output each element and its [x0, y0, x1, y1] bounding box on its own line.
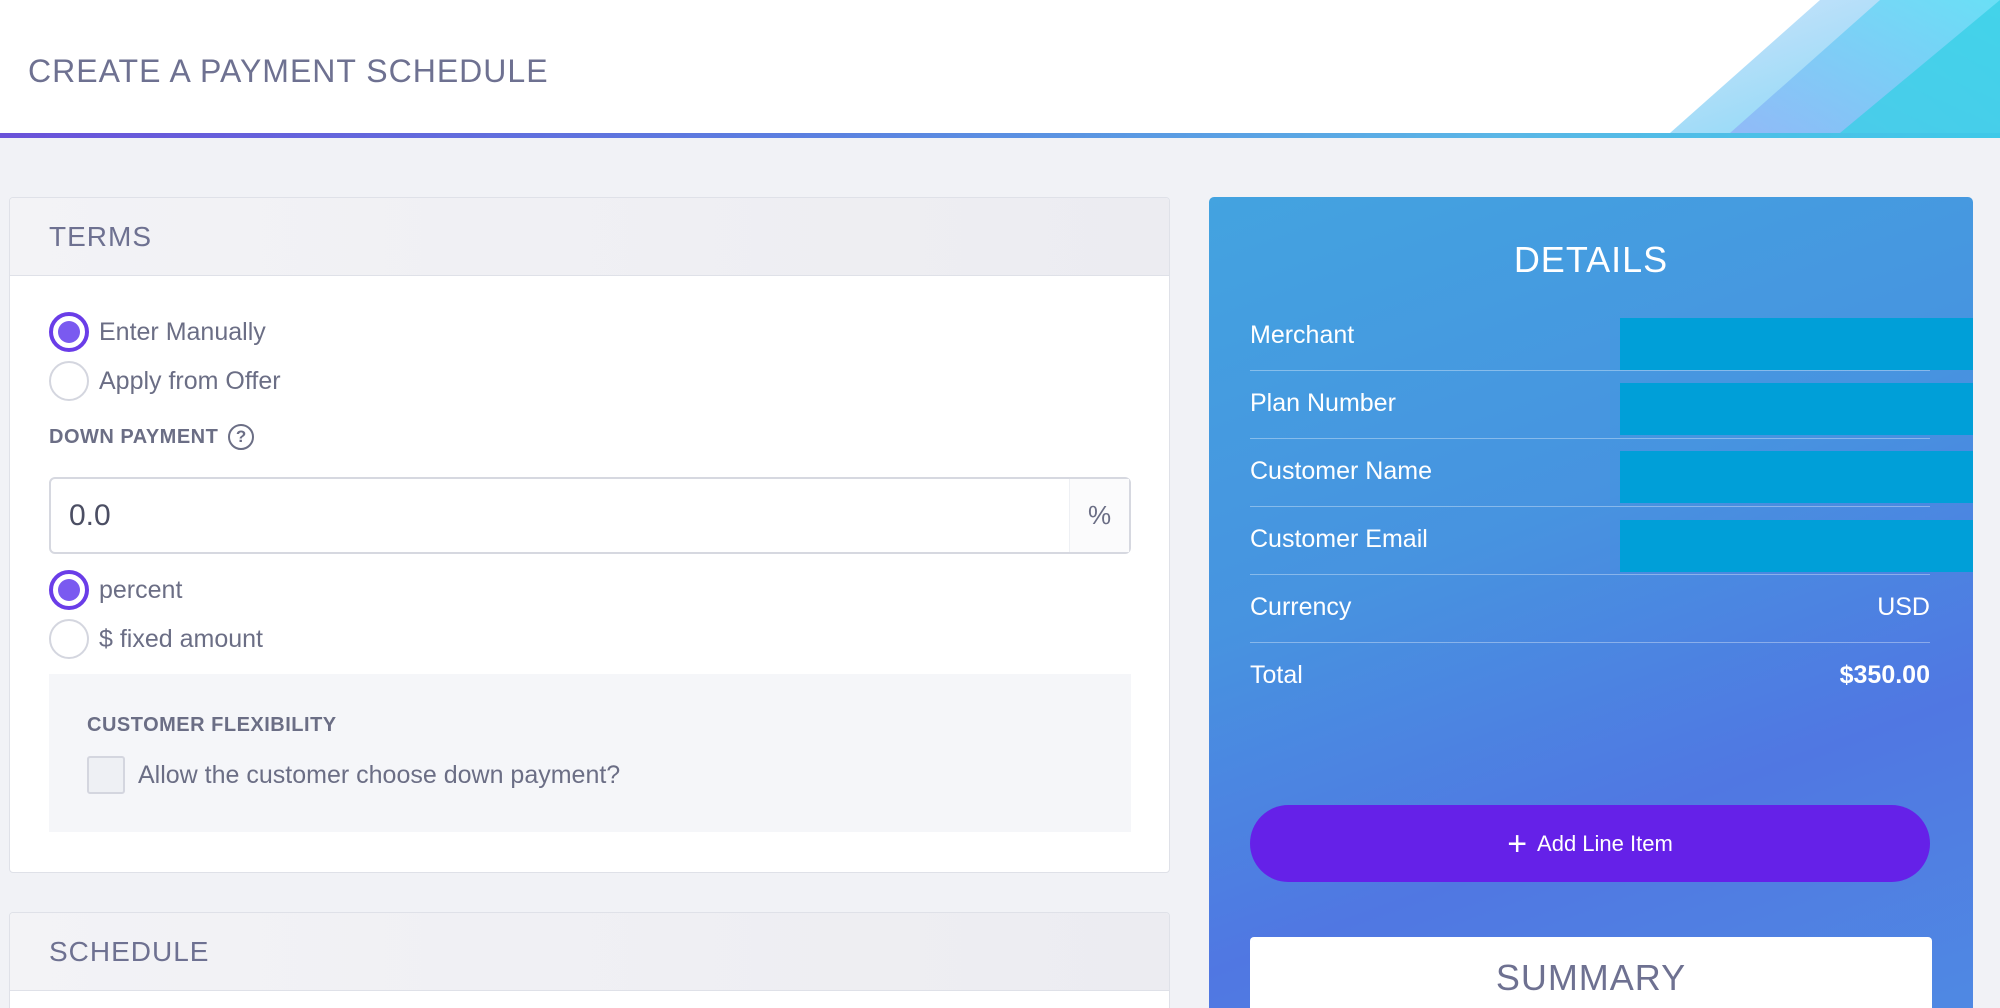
- apply-from-offer-label: Apply from Offer: [99, 366, 281, 395]
- header-decoration: [1670, 0, 2000, 133]
- down-payment-input[interactable]: [51, 479, 1069, 552]
- detail-row-total: Total $350.00: [1250, 643, 1930, 711]
- details-title: DETAILS: [1513, 239, 1669, 280]
- customer-email-redacted: [1620, 520, 1973, 572]
- enter-manually-option[interactable]: Enter Manually: [49, 312, 266, 352]
- merchant-redacted: [1620, 318, 1973, 370]
- summary-title: SUMMARY: [1495, 957, 1687, 998]
- enter-manually-radio[interactable]: [49, 312, 89, 352]
- down-payment-label-text: DOWN PAYMENT: [49, 425, 219, 448]
- schedule-title: SCHEDULE: [49, 935, 210, 967]
- detail-row-currency: Currency USD: [1250, 575, 1930, 643]
- customer-flexibility-label: CUSTOMER FLEXIBILITY: [87, 714, 337, 736]
- customer-name-redacted: [1620, 451, 1973, 503]
- apply-from-offer-radio[interactable]: [49, 361, 89, 401]
- percent-option[interactable]: percent: [49, 570, 182, 610]
- total-label: Total: [1250, 661, 1303, 689]
- fixed-amount-radio[interactable]: [49, 619, 89, 659]
- currency-label: Currency: [1250, 593, 1352, 621]
- terms-card: TERMS Enter Manually Apply from Offer DO…: [9, 197, 1170, 873]
- plan-number-label: Plan Number: [1250, 389, 1396, 417]
- help-icon[interactable]: ?: [228, 424, 255, 450]
- terms-title: TERMS: [49, 220, 152, 252]
- add-line-item-button[interactable]: + Add Line Item: [1250, 805, 1930, 882]
- fixed-amount-option[interactable]: $ fixed amount: [49, 619, 263, 659]
- enter-manually-label: Enter Manually: [99, 317, 266, 346]
- apply-from-offer-option[interactable]: Apply from Offer: [49, 361, 281, 401]
- percent-radio[interactable]: [49, 570, 89, 610]
- add-line-item-label: Add Line Item: [1537, 830, 1673, 856]
- page-header: CREATE A PAYMENT SCHEDULE: [0, 0, 2000, 138]
- fixed-amount-label: $ fixed amount: [99, 624, 263, 653]
- page-title: CREATE A PAYMENT SCHEDULE: [28, 53, 549, 89]
- plus-icon: +: [1507, 824, 1528, 863]
- summary-card: SUMMARY: [1250, 937, 1932, 1008]
- percent-label: percent: [99, 575, 183, 604]
- allow-customer-choose-checkbox[interactable]: [87, 756, 125, 794]
- customer-flexibility-box: CUSTOMER FLEXIBILITY Allow the customer …: [49, 674, 1131, 832]
- customer-name-label: Customer Name: [1250, 457, 1432, 485]
- percent-suffix: %: [1069, 479, 1129, 552]
- allow-customer-choose-label: Allow the customer choose down payment?: [138, 760, 621, 789]
- merchant-label: Merchant: [1250, 321, 1355, 349]
- allow-customer-choose-option[interactable]: Allow the customer choose down payment?: [87, 756, 620, 794]
- total-value: $350.00: [1839, 661, 1930, 689]
- plan-number-redacted: [1620, 383, 1973, 435]
- down-payment-label: DOWN PAYMENT ?: [49, 424, 255, 450]
- schedule-card: SCHEDULE: [9, 912, 1170, 1008]
- down-payment-field[interactable]: %: [49, 477, 1131, 554]
- customer-email-label: Customer Email: [1250, 525, 1428, 553]
- header-accent-bar: [0, 133, 2000, 138]
- schedule-card-header: SCHEDULE: [10, 913, 1169, 991]
- terms-card-header: TERMS: [10, 198, 1169, 276]
- currency-value: USD: [1877, 593, 1930, 621]
